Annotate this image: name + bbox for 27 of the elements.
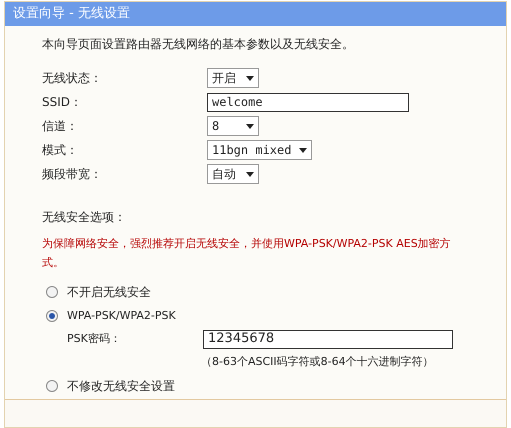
dropdown[interactable]: 自动 [207,164,259,184]
field-label: 信道： [42,118,79,135]
caret-icon [246,172,254,176]
radio-label: WPA-PSK/WPA2-PSK [67,308,176,324]
window-title: 设置向导 - 无线设置 [13,5,130,24]
warning-text: 为保障网络安全，强烈推荐开启无线安全，并使用WPA-PSK/WPA2-PSK AES加密方式。 [42,236,452,271]
radio-button[interactable] [46,310,58,322]
dropdown[interactable]: 8 [207,116,259,136]
caret-icon [246,76,254,80]
field-label: 模式： [42,142,79,159]
ssid-input[interactable]: welcome [207,92,409,112]
caret-icon [299,148,308,152]
intro-text: 本向导页面设置路由器无线网络的基本参数以及无线安全。 [42,36,355,53]
radio-button[interactable] [46,380,58,392]
field-label: 频段带宽： [42,166,103,183]
field-label: SSID： [42,94,84,111]
psk-hint: （8-63个ASCII码字符或8-64个十六进制字符） [200,354,435,370]
radio-label: 不修改无线安全设置 [67,378,175,395]
dropdown[interactable]: 11bgn mixed [207,140,312,160]
caret-icon [246,124,254,128]
password-input[interactable]: 12345678 [203,330,453,348]
field-label: 无线状态： [42,70,103,87]
radio-button[interactable] [46,286,58,298]
psk-label: PSK密码： [67,330,122,347]
radio-label: 不开启无线安全 [67,284,151,301]
dropdown[interactable]: 开启 [207,68,259,88]
section-title: 无线安全选项： [42,209,127,226]
